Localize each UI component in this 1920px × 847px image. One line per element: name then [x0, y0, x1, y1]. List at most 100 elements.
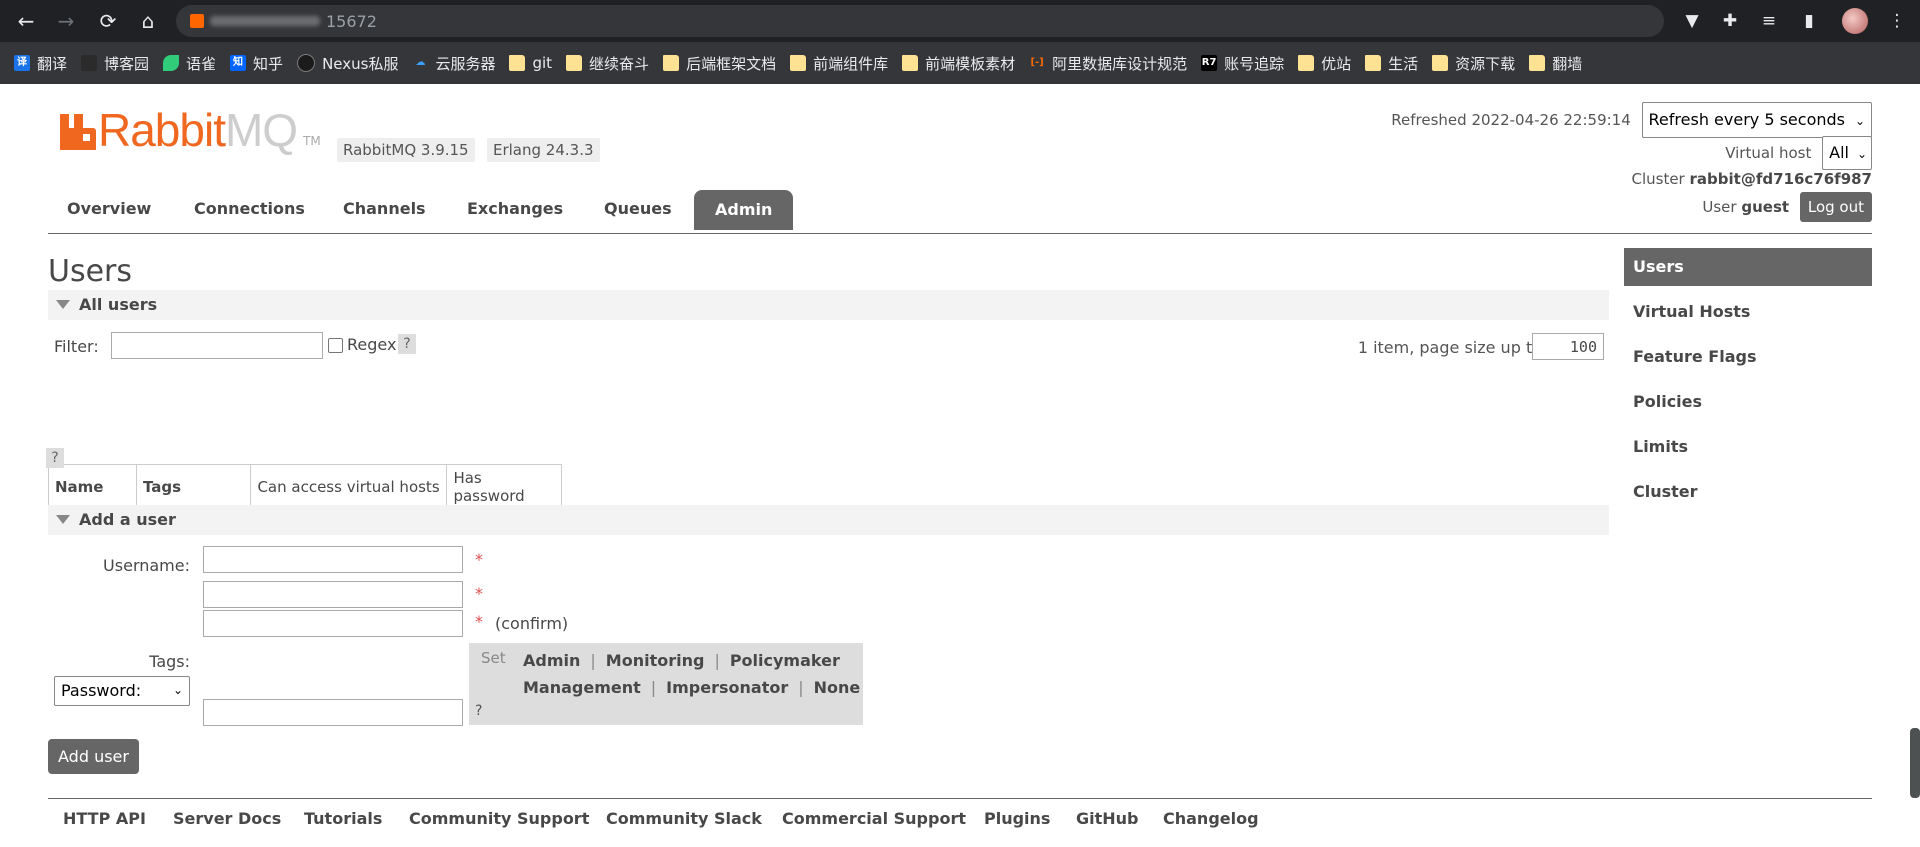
footer-link-changelog[interactable]: Changelog: [1163, 809, 1259, 828]
address-bar[interactable]: 15672: [176, 5, 1664, 37]
chevron-down-icon: ⌄: [172, 683, 183, 697]
password-required-mark: *: [475, 584, 483, 603]
footer-link-community-support[interactable]: Community Support: [409, 809, 589, 828]
sidebar-item-policies[interactable]: Policies: [1624, 383, 1872, 421]
username-input[interactable]: [203, 546, 463, 573]
tag-none-link[interactable]: None: [814, 678, 861, 697]
footer-link-community-slack[interactable]: Community Slack: [606, 809, 762, 828]
forward-icon[interactable]: →: [54, 9, 78, 33]
side-panel-icon[interactable]: ▮: [1798, 10, 1820, 32]
bookmark-item[interactable]: R7 账号追踪: [1201, 53, 1284, 74]
refresh-interval-select[interactable]: Refresh every 5 seconds ⌄: [1641, 102, 1872, 138]
folder-icon: [509, 55, 526, 71]
add-user-button[interactable]: Add user: [48, 739, 139, 774]
erlang-version-badge: Erlang 24.3.3: [487, 138, 600, 162]
home-icon[interactable]: ⌂: [136, 9, 160, 33]
regex-help-icon[interactable]: ?: [398, 334, 416, 354]
set-label: Set: [481, 649, 506, 667]
floating-widget[interactable]: [1910, 728, 1920, 798]
bookmark-item[interactable]: ☁ 云服务器: [412, 53, 495, 74]
refresh-interval-value: Refresh every 5 seconds: [1648, 110, 1845, 129]
bookmark-item[interactable]: 资源下载: [1432, 53, 1515, 74]
bookmark-item[interactable]: 继续奋斗: [566, 53, 649, 74]
footer-links: HTTP API Server Docs Tutorials Community…: [48, 798, 1872, 839]
footer-link-plugins[interactable]: Plugins: [984, 809, 1050, 828]
url-port: 15672: [326, 12, 377, 31]
bookmark-item[interactable]: 知知乎: [230, 53, 283, 74]
bookmark-label: 继续奋斗: [589, 54, 650, 73]
reload-icon[interactable]: ⟳: [96, 9, 120, 33]
filter-input[interactable]: [111, 332, 323, 359]
password-type-select[interactable]: Password: ⌄: [54, 676, 190, 706]
tag-management-link[interactable]: Management: [523, 678, 641, 697]
page-size-input[interactable]: 100: [1532, 333, 1604, 360]
tab-admin[interactable]: Admin: [694, 190, 794, 230]
rabbitmq-logo-icon: [60, 114, 96, 150]
menu-kebab-icon[interactable]: ⋮: [1886, 10, 1908, 32]
footer-link-github[interactable]: GitHub: [1076, 809, 1139, 828]
bookmark-item[interactable]: 语雀: [163, 53, 216, 74]
bookmarks-bar: 译翻译 博客园 语雀知知乎 Nexus私服 ☁ 云服务器 git 继续奋斗 后端框架文档 前端组件…: [0, 42, 1920, 84]
add-user-section-header[interactable]: Add a user: [48, 505, 1609, 535]
footer-link-commercial-support[interactable]: Commercial Support: [782, 809, 966, 828]
tags-input[interactable]: [203, 699, 463, 726]
bookmark-label: 翻墙: [1552, 54, 1583, 73]
tab-exchanges[interactable]: Exchanges: [467, 199, 563, 218]
folder-icon: [1365, 55, 1382, 71]
virtual-host-select[interactable]: All ⌄: [1822, 136, 1872, 170]
tab-connections[interactable]: Connections: [194, 199, 305, 218]
footer-link-tutorials[interactable]: Tutorials: [304, 809, 382, 828]
bookmark-item[interactable]: 优站: [1298, 53, 1351, 74]
bookmark-label: 语雀: [186, 54, 217, 73]
back-icon[interactable]: ←: [14, 9, 38, 33]
tab-queues[interactable]: Queues: [604, 199, 672, 218]
bookmark-item[interactable]: Nexus私服: [297, 53, 398, 74]
password-input[interactable]: [203, 581, 463, 608]
regex-label: Regex: [347, 335, 397, 354]
bookmark-item[interactable]: 前端组件库: [790, 53, 888, 74]
col-name-header[interactable]: Name: [48, 464, 137, 510]
tag-policymaker-link[interactable]: Policymaker: [730, 651, 840, 670]
confirm-label: (confirm): [495, 614, 569, 633]
all-users-section-header[interactable]: All users: [48, 290, 1609, 320]
bookmark-item[interactable]: 后端框架文档: [663, 53, 776, 74]
bookmark-item[interactable]: 译翻译: [14, 53, 67, 74]
bookmark-item[interactable]: 前端模板素材: [902, 53, 1015, 74]
paging-summary: 1 item, page size up to: [1357, 338, 1542, 357]
bookmark-item[interactable]: 翻墙: [1529, 53, 1582, 74]
zhihu-icon: 知: [230, 55, 247, 71]
bookmark-item[interactable]: git: [509, 54, 552, 72]
bookmark-label: 前端模板素材: [925, 54, 1016, 73]
profile-avatar[interactable]: [1842, 8, 1868, 34]
sidebar-item-virtual-hosts[interactable]: Virtual Hosts: [1624, 293, 1872, 331]
bookmark-label: 知乎: [253, 54, 284, 73]
bookmark-item[interactable]: [-] 阿里数据库设计规范: [1029, 53, 1187, 74]
sidebar-item-feature-flags[interactable]: Feature Flags: [1624, 338, 1872, 376]
confirm-required-mark: *: [475, 612, 483, 631]
password-confirm-input[interactable]: [203, 610, 463, 637]
bookmark-item[interactable]: 生活: [1365, 53, 1418, 74]
collapse-triangle-icon: [56, 300, 70, 309]
sidebar-item-users[interactable]: Users: [1624, 248, 1872, 286]
vpn-extension-icon[interactable]: ▼: [1681, 10, 1703, 32]
sidebar-item-cluster[interactable]: Cluster: [1624, 473, 1872, 511]
tag-admin-link[interactable]: Admin: [523, 651, 580, 670]
rabbitmq-version-badge: RabbitMQ 3.9.15: [337, 138, 475, 162]
tab-overview[interactable]: Overview: [67, 199, 151, 218]
cluster-label: Cluster: [1631, 170, 1685, 188]
col-tags-header: Tags: [135, 464, 252, 510]
extensions-icon[interactable]: ✚: [1719, 10, 1741, 32]
tag-impersonator-link[interactable]: Impersonator: [666, 678, 788, 697]
rabbitmq-logo[interactable]: Rabbit MQ TM: [60, 107, 321, 153]
tab-channels[interactable]: Channels: [343, 199, 426, 218]
table-help-icon[interactable]: ?: [46, 448, 64, 468]
media-icon[interactable]: ≡: [1758, 10, 1780, 32]
tags-help-icon[interactable]: ?: [475, 703, 482, 719]
regex-checkbox[interactable]: [328, 338, 343, 353]
sidebar-item-limits[interactable]: Limits: [1624, 428, 1872, 466]
bookmark-item[interactable]: 博客园: [81, 53, 149, 74]
refreshed-time: 2022-04-26 22:59:14: [1471, 111, 1631, 129]
footer-link-server-docs[interactable]: Server Docs: [173, 809, 281, 828]
footer-link-http-api[interactable]: HTTP API: [63, 809, 146, 828]
tag-monitoring-link[interactable]: Monitoring: [606, 651, 705, 670]
